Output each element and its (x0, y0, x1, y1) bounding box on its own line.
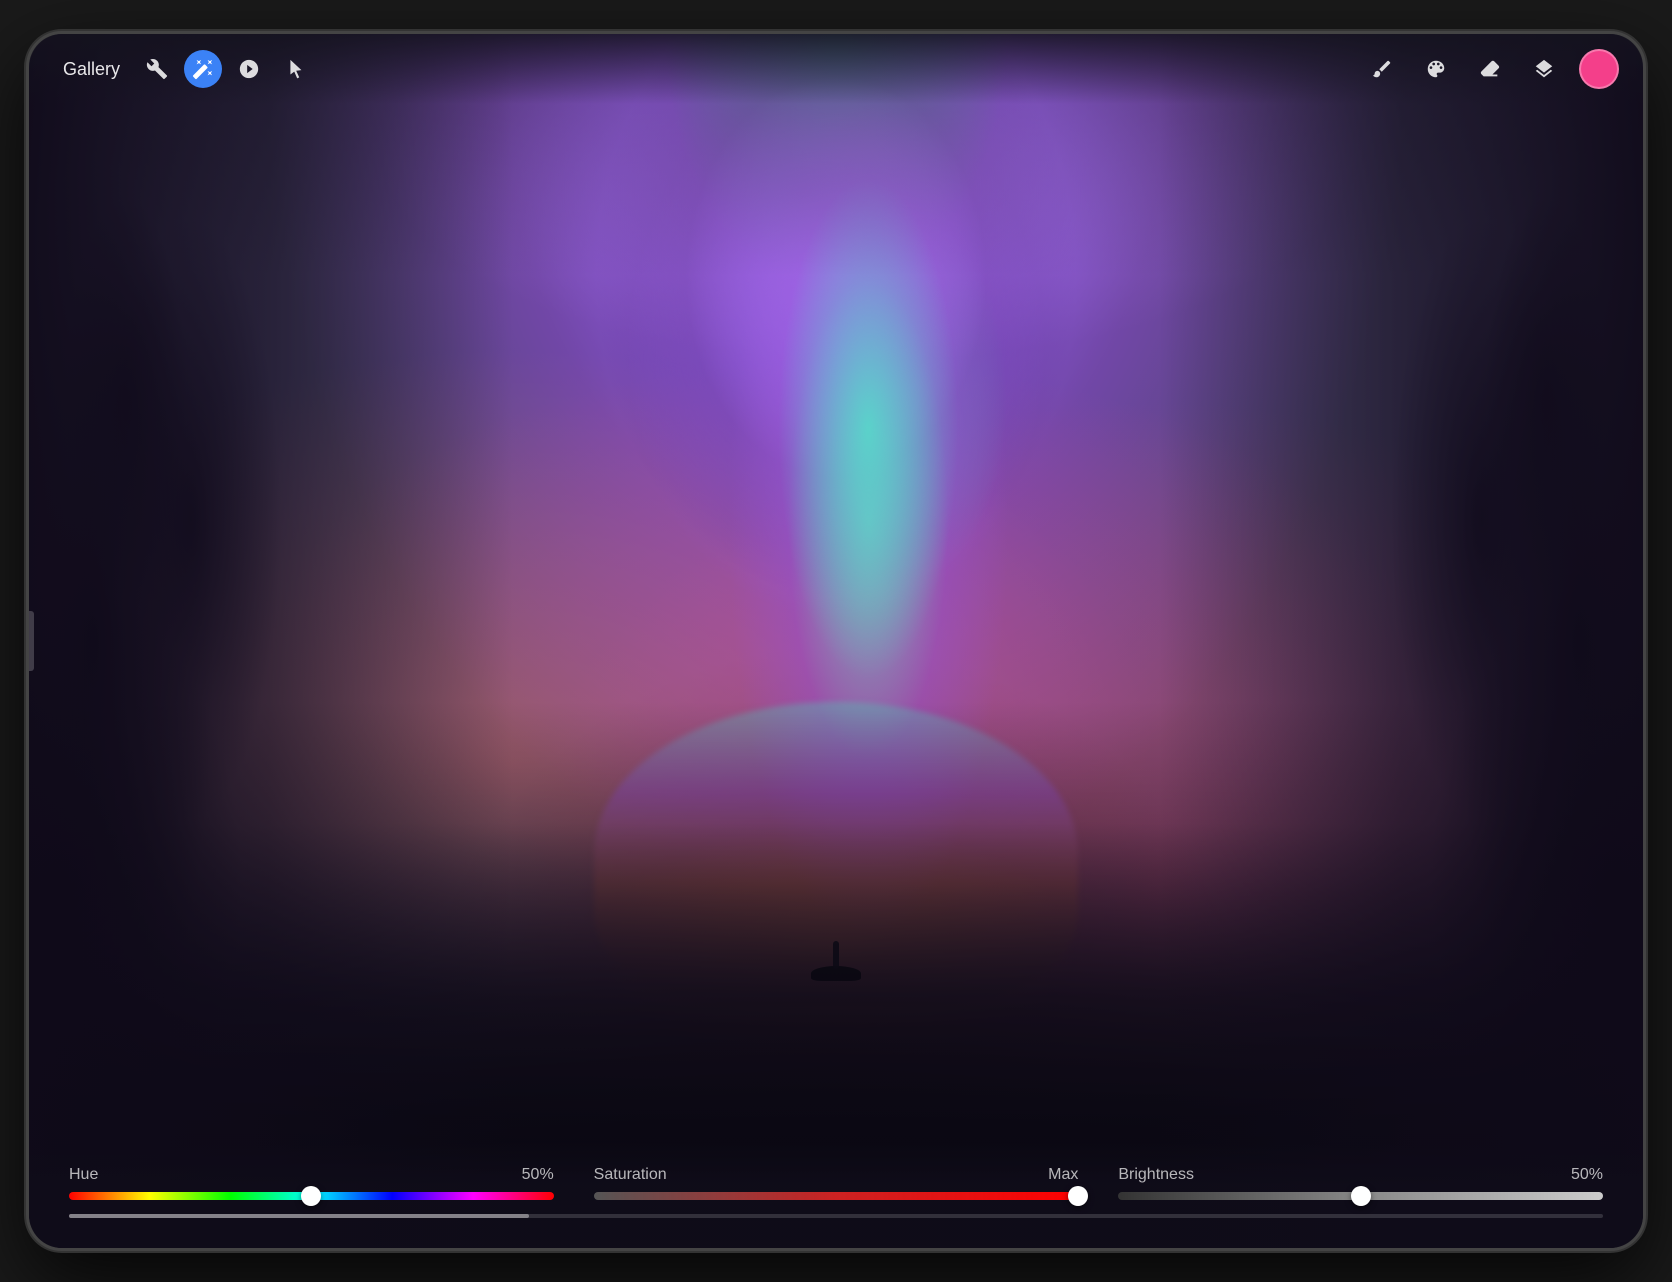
hue-slider-header: Hue 50% (69, 1166, 554, 1184)
magic-wand-icon (192, 58, 214, 80)
rocks-left (29, 34, 675, 1248)
brightness-label: Brightness (1118, 1166, 1194, 1184)
timeline-bar[interactable] (69, 1214, 1603, 1218)
side-handle[interactable] (29, 611, 34, 671)
boat-silhouette (806, 941, 866, 981)
brush-button[interactable] (1363, 50, 1401, 88)
brush-icon (1371, 58, 1393, 80)
saturation-value: Max (1048, 1166, 1078, 1184)
eraser-icon (1479, 58, 1501, 80)
transform-button[interactable] (230, 50, 268, 88)
brightness-track[interactable] (1118, 1192, 1603, 1200)
hue-track[interactable] (69, 1192, 554, 1200)
gallery-button[interactable]: Gallery (53, 53, 130, 86)
brightness-value: 50% (1571, 1166, 1603, 1184)
hue-thumb[interactable] (301, 1186, 321, 1206)
device-frame: Gallery (26, 31, 1646, 1251)
hue-label: Hue (69, 1166, 98, 1184)
brightness-thumb[interactable] (1351, 1186, 1371, 1206)
sky-aurora (29, 34, 1643, 823)
hue-slider-group: Hue 50% (69, 1166, 554, 1200)
water-reflection (594, 702, 1078, 1006)
saturation-thumb[interactable] (1068, 1186, 1088, 1206)
selection-icon (284, 58, 306, 80)
saturation-label: Saturation (594, 1166, 667, 1184)
saturation-track[interactable] (594, 1192, 1079, 1200)
artwork-background (29, 34, 1643, 1248)
toolbar-right (1363, 49, 1619, 89)
transform-icon (238, 58, 260, 80)
toolbar: Gallery (29, 34, 1643, 104)
timeline-progress (69, 1214, 529, 1218)
saturation-slider-header: Saturation Max (594, 1166, 1079, 1184)
eraser-button[interactable] (1471, 50, 1509, 88)
sliders-row: Hue 50% Saturation Max (69, 1166, 1603, 1200)
smudge-icon (1425, 58, 1447, 80)
rocks-right (997, 34, 1643, 1248)
brightness-slider-header: Brightness 50% (1118, 1166, 1603, 1184)
canvas-area (29, 34, 1643, 1248)
smudge-button[interactable] (1417, 50, 1455, 88)
wrench-icon (146, 58, 168, 80)
hue-value: 50% (522, 1166, 554, 1184)
saturation-slider-group: Saturation Max (594, 1166, 1079, 1200)
color-swatch[interactable] (1579, 49, 1619, 89)
wrench-button[interactable] (138, 50, 176, 88)
layers-icon (1533, 58, 1555, 80)
selection-button[interactable] (276, 50, 314, 88)
bottom-panel: Hue 50% Saturation Max (29, 1142, 1643, 1248)
layers-button[interactable] (1525, 50, 1563, 88)
magic-wand-button[interactable] (184, 50, 222, 88)
toolbar-left: Gallery (53, 50, 1363, 88)
brightness-slider-group: Brightness 50% (1118, 1166, 1603, 1200)
